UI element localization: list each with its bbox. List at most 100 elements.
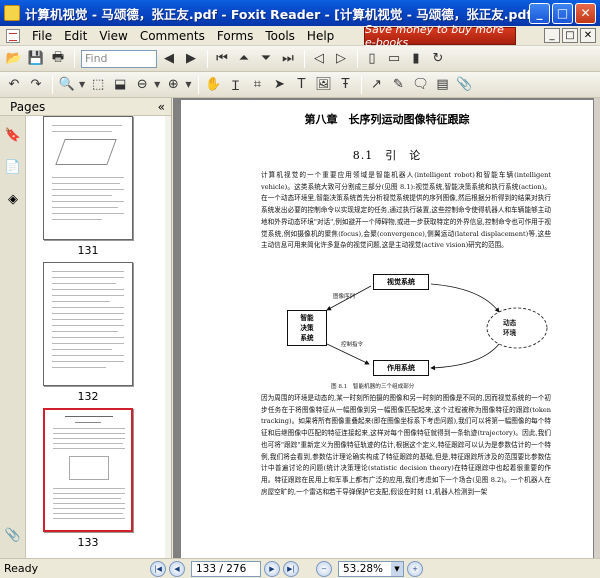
document-icon[interactable]: [6, 28, 20, 43]
menu-forms[interactable]: Forms: [211, 29, 259, 43]
highlight-icon[interactable]: ▤: [432, 75, 452, 95]
zoom-in-status-icon[interactable]: +: [407, 560, 423, 577]
toolbar-separator: [198, 75, 200, 94]
vision-system-box: 视觉系统: [373, 274, 429, 290]
pencil-icon[interactable]: ✎: [388, 75, 408, 95]
menu-comments[interactable]: Comments: [134, 29, 211, 43]
rotate-icon[interactable]: ↻: [428, 49, 448, 69]
layers-tab-icon[interactable]: ◈: [2, 186, 24, 212]
attachment-icon[interactable]: 📎: [454, 75, 474, 95]
fit-width-icon[interactable]: ⬓: [110, 75, 130, 95]
redo-icon[interactable]: ↷: [26, 75, 46, 95]
pages-panel-title: Pages: [10, 99, 46, 114]
document-scrollbar[interactable]: [594, 98, 600, 558]
menu-edit[interactable]: Edit: [58, 29, 93, 43]
main-toolbar: 📂 💾 🖶 Find ◀ ▶ ⏮ ⏶ ⏷ ⏭ ◁ ▷ ▯ ▭ ▮ ↻: [0, 46, 600, 72]
decision-box-line: 系统: [300, 334, 314, 342]
zoom-out-icon[interactable]: ⊖: [132, 75, 152, 95]
first-page-icon[interactable]: ⏮: [212, 49, 232, 69]
note-icon[interactable]: 🗨: [410, 75, 430, 95]
action-system-box: 作用系统: [373, 360, 429, 376]
zoom-in-icon[interactable]: ⊕: [163, 75, 183, 95]
previous-page-icon[interactable]: ⏶: [234, 49, 254, 69]
doc-minimize-button[interactable]: _: [544, 28, 560, 43]
pages-tab-icon[interactable]: 📄: [2, 154, 24, 180]
paragraph: 计算机视觉的一个重要应用领域是智能机器人(intelligent robot)和…: [261, 171, 551, 250]
next-page-icon[interactable]: ⏷: [256, 49, 276, 69]
env-label-line: 动态: [503, 319, 517, 327]
continuous-page-icon[interactable]: ▭: [384, 49, 404, 69]
menu-view[interactable]: View: [93, 29, 133, 43]
menu-help[interactable]: Help: [301, 29, 340, 43]
figure-diagram: 视觉系统 智能 决策 系统 作用系统 动态 环境 图像序列 控制指令: [281, 270, 551, 386]
go-forward-icon[interactable]: ▷: [331, 49, 351, 69]
undo-icon[interactable]: ↶: [4, 75, 24, 95]
pdf-page: 第八章 长序列运动图像特征跟踪 8.1 引 论 计算机视觉的一个重要应用领域是智…: [181, 100, 593, 558]
find-input[interactable]: Find: [81, 49, 157, 68]
zoom-field[interactable]: 53.28% ▼: [338, 560, 404, 577]
ad-banner[interactable]: Save money to buy more e-books: [364, 23, 516, 49]
document-view[interactable]: 第八章 长序列运动图像特征跟踪 8.1 引 论 计算机视觉的一个重要应用领域是智…: [173, 98, 600, 558]
arrow-tool-icon[interactable]: ↗: [366, 75, 386, 95]
zoom-dropdown-icon[interactable]: ▼: [79, 80, 85, 89]
zoom-out-dropdown-icon[interactable]: ▼: [154, 80, 160, 89]
single-page-icon[interactable]: ▯: [362, 49, 382, 69]
page-number-field[interactable]: 133 / 276: [191, 560, 261, 577]
env-label-line: 环境: [503, 329, 517, 337]
foxit-app-icon: [4, 5, 20, 21]
maximize-button[interactable]: □: [552, 2, 573, 24]
window-title: 计算机视觉 - 马颂德，张正友.pdf - Foxit Reader - [计算…: [25, 6, 529, 22]
section-title: 8.1 引 论: [352, 149, 422, 162]
text-box-icon[interactable]: T: [291, 75, 311, 95]
page-thumbnails: 131 132 133: [26, 116, 166, 558]
zoom-dropdown-icon[interactable]: ▼: [391, 561, 403, 576]
thumbnail-scrollbar[interactable]: [165, 116, 171, 558]
thumbnail-item[interactable]: 132: [43, 262, 133, 403]
find-next-icon[interactable]: ▶: [181, 49, 201, 69]
snapshot-icon[interactable]: ⌗: [247, 75, 267, 95]
last-page-icon[interactable]: ⏭: [278, 49, 298, 69]
bookmarks-tab-icon[interactable]: 🔖: [2, 122, 24, 148]
find-previous-icon[interactable]: ◀: [159, 49, 179, 69]
doc-close-button[interactable]: ✕: [580, 28, 596, 43]
attachments-tab-icon[interactable]: 📎: [2, 522, 24, 548]
figure-caption: 图 8.1 智能机器的三个组成部分: [331, 384, 415, 390]
decision-box-line: 智能: [300, 314, 314, 322]
thumbnail-item[interactable]: 131: [43, 116, 133, 257]
doc-restore-button[interactable]: □: [562, 28, 578, 43]
select-annotation-icon[interactable]: ➤: [269, 75, 289, 95]
collapse-panel-icon[interactable]: «: [158, 100, 165, 114]
page-thumbnail[interactable]: [43, 262, 133, 386]
select-text-icon[interactable]: Ｉ: [225, 75, 245, 95]
menu-file[interactable]: File: [26, 29, 58, 43]
facing-page-icon[interactable]: ▮: [406, 49, 426, 69]
zoom-out-status-icon[interactable]: −: [316, 560, 332, 577]
last-page-status-icon[interactable]: ▶|: [283, 560, 299, 577]
print-icon[interactable]: 🖶: [48, 49, 68, 69]
first-page-status-icon[interactable]: |◀: [150, 560, 166, 577]
save-icon[interactable]: 💾: [26, 49, 46, 69]
zoom-value: 53.28%: [343, 562, 384, 575]
pages-panel: Pages « 🔖 📄 ◈ 📎 131 132 133: [0, 98, 172, 558]
menu-tools[interactable]: Tools: [259, 29, 301, 43]
next-page-status-icon[interactable]: ▶: [264, 560, 280, 577]
pages-panel-header: Pages «: [0, 98, 171, 116]
open-icon[interactable]: 📂: [4, 49, 24, 69]
minimize-button[interactable]: _: [529, 2, 550, 24]
hand-tool-icon[interactable]: ✋: [203, 75, 223, 95]
page-thumbnail[interactable]: [43, 116, 133, 240]
thumbnail-page-number: 132: [77, 390, 99, 403]
status-bar: Ready |◀ ◀ 133 / 276 ▶ ▶| − 53.28% ▼ +: [0, 558, 600, 578]
fit-page-icon[interactable]: ⬚: [88, 75, 108, 95]
zoom-in-dropdown-icon[interactable]: ▼: [185, 80, 191, 89]
decision-box-line: 决策: [300, 324, 314, 332]
typewriter-icon[interactable]: Ŧ: [335, 75, 355, 95]
go-back-icon[interactable]: ◁: [309, 49, 329, 69]
close-button[interactable]: ✕: [575, 2, 596, 24]
previous-page-status-icon[interactable]: ◀: [169, 560, 185, 577]
toolbar-separator: [207, 49, 208, 68]
thumbnail-item-selected[interactable]: 133: [43, 408, 133, 549]
zoom-tool-icon[interactable]: 🔍: [57, 75, 77, 95]
page-thumbnail-selected[interactable]: [43, 408, 133, 532]
image-icon[interactable]: 🖼: [313, 75, 333, 95]
